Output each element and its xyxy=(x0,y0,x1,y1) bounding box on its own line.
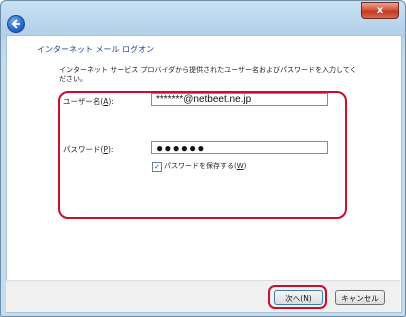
button-bar: 次へ(N) キャンセル xyxy=(6,280,400,312)
credentials-highlight xyxy=(58,91,347,219)
password-input[interactable]: ●●●●●● xyxy=(151,141,328,154)
dialog-window: x インターネット メール ログオン インターネット サービス プロバイダから提… xyxy=(0,0,406,317)
cancel-button[interactable]: キャンセル xyxy=(335,290,385,305)
instruction-text: インターネット サービス プロバイダから提供されたユーザー名およびパスワードを入… xyxy=(59,66,357,83)
save-password-label[interactable]: パスワードを保存する(W) xyxy=(164,161,246,171)
back-arrow-icon[interactable] xyxy=(7,15,25,33)
dialog-content: インターネット メール ログオン インターネット サービス プロバイダから提供さ… xyxy=(6,35,402,313)
page-title: インターネット メール ログオン xyxy=(37,45,155,54)
username-input[interactable]: *******@netbeet.ne.jp xyxy=(151,93,328,106)
password-label: パスワード(P): xyxy=(63,145,114,154)
username-label: ユーザー名(A): xyxy=(63,97,114,106)
title-bar: x xyxy=(1,1,405,35)
close-button[interactable]: x xyxy=(361,2,399,19)
next-button[interactable]: 次へ(N) xyxy=(274,290,323,305)
back-arrow-glyph xyxy=(11,19,20,29)
save-password-checkbox[interactable]: ✓ xyxy=(152,162,162,172)
